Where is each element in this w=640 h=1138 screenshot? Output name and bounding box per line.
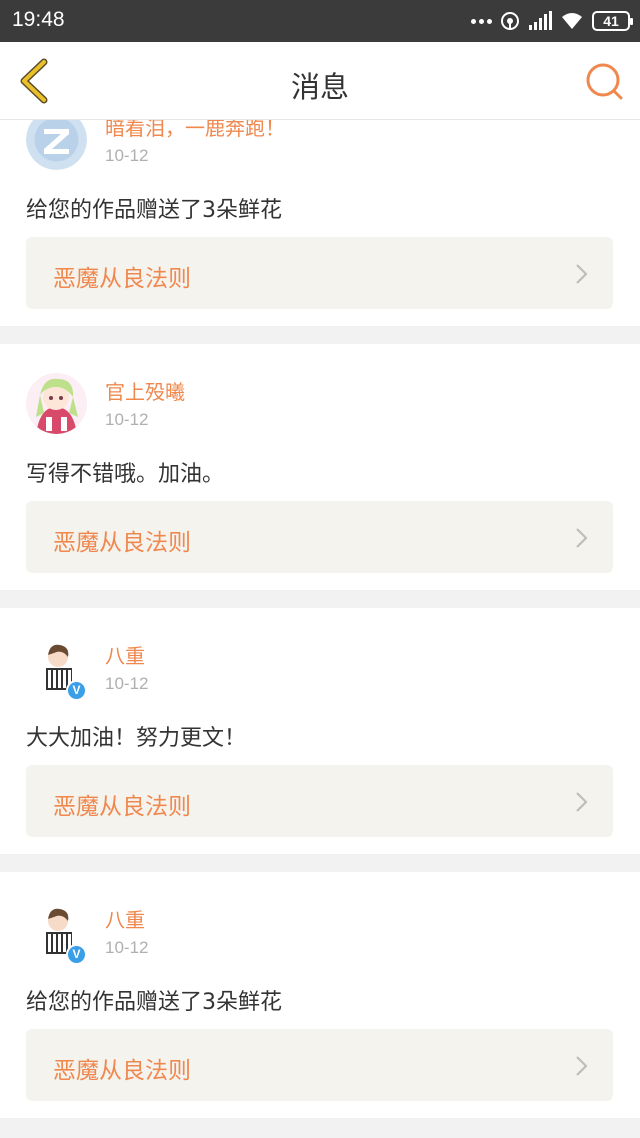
message-text: 给您的作品赠送了3朵鲜花 [26, 198, 282, 223]
work-link[interactable]: 恶魔从良法则 [26, 237, 613, 309]
message-text: 大大加油！努力更文！ [26, 726, 247, 751]
message-date: 10-12 [105, 146, 149, 165]
status-time: 19:48 [12, 8, 65, 31]
work-title: 恶魔从良法则 [53, 530, 191, 556]
status-bar: 19:48 41 [0, 0, 640, 42]
work-title: 恶魔从良法则 [53, 794, 191, 820]
more-dots-icon [471, 18, 492, 24]
anime-girl-avatar-icon [26, 373, 87, 434]
username[interactable]: 暗看泪，一鹿奔跑！ [105, 120, 285, 141]
message-list-inner: 暗看泪，一鹿奔跑！ 10-12 给您的作品赠送了3朵鲜花 恶魔从良法则 官上殁曦… [0, 120, 640, 1136]
message-date: 10-12 [105, 410, 149, 429]
message-card: V 八重 10-12 大大加油！努力更文！ 恶魔从良法则 [0, 608, 640, 854]
default-qq-avatar-icon [26, 120, 87, 170]
work-link[interactable]: 恶魔从良法则 [26, 765, 613, 837]
verified-badge-icon: V [66, 680, 87, 701]
work-link[interactable]: 恶魔从良法则 [26, 1029, 613, 1101]
username[interactable]: 官上殁曦 [105, 376, 185, 405]
search-icon[interactable] [584, 61, 624, 101]
hotspot-icon [501, 12, 519, 30]
work-link[interactable]: 恶魔从良法则 [26, 501, 613, 573]
message-text: 给您的作品赠送了3朵鲜花 [26, 990, 282, 1015]
message-date: 10-12 [105, 674, 149, 693]
message-date: 10-12 [105, 938, 149, 957]
app-header: 消息 [0, 42, 640, 120]
work-title: 恶魔从良法则 [53, 266, 191, 292]
work-title: 恶魔从良法则 [53, 1058, 191, 1084]
message-list[interactable]: 暗看泪，一鹿奔跑！ 10-12 给您的作品赠送了3朵鲜花 恶魔从良法则 官上殁曦… [0, 120, 640, 1138]
avatar[interactable] [26, 373, 87, 434]
message-card: V 八重 10-12 给您的作品赠送了3朵鲜花 恶魔从良法则 [0, 872, 640, 1118]
chevron-right-icon [576, 792, 588, 812]
verified-badge-icon: V [66, 944, 87, 965]
message-text: 写得不错哦。加油。 [26, 462, 225, 487]
wifi-icon [562, 13, 582, 29]
chevron-right-icon [576, 264, 588, 284]
username[interactable]: 八重 [105, 904, 145, 933]
message-card: 暗看泪，一鹿奔跑！ 10-12 给您的作品赠送了3朵鲜花 恶魔从良法则 [0, 120, 640, 326]
signal-icon [529, 11, 552, 30]
page-title: 消息 [290, 70, 349, 104]
battery-icon: 41 [592, 11, 633, 31]
chevron-right-icon [576, 1056, 588, 1076]
message-card: 官上殁曦 10-12 写得不错哦。加油。 恶魔从良法则 [0, 344, 640, 590]
chevron-right-icon [576, 528, 588, 548]
username[interactable]: 八重 [105, 640, 145, 669]
status-icons: 41 [471, 9, 633, 33]
avatar[interactable] [26, 120, 87, 170]
